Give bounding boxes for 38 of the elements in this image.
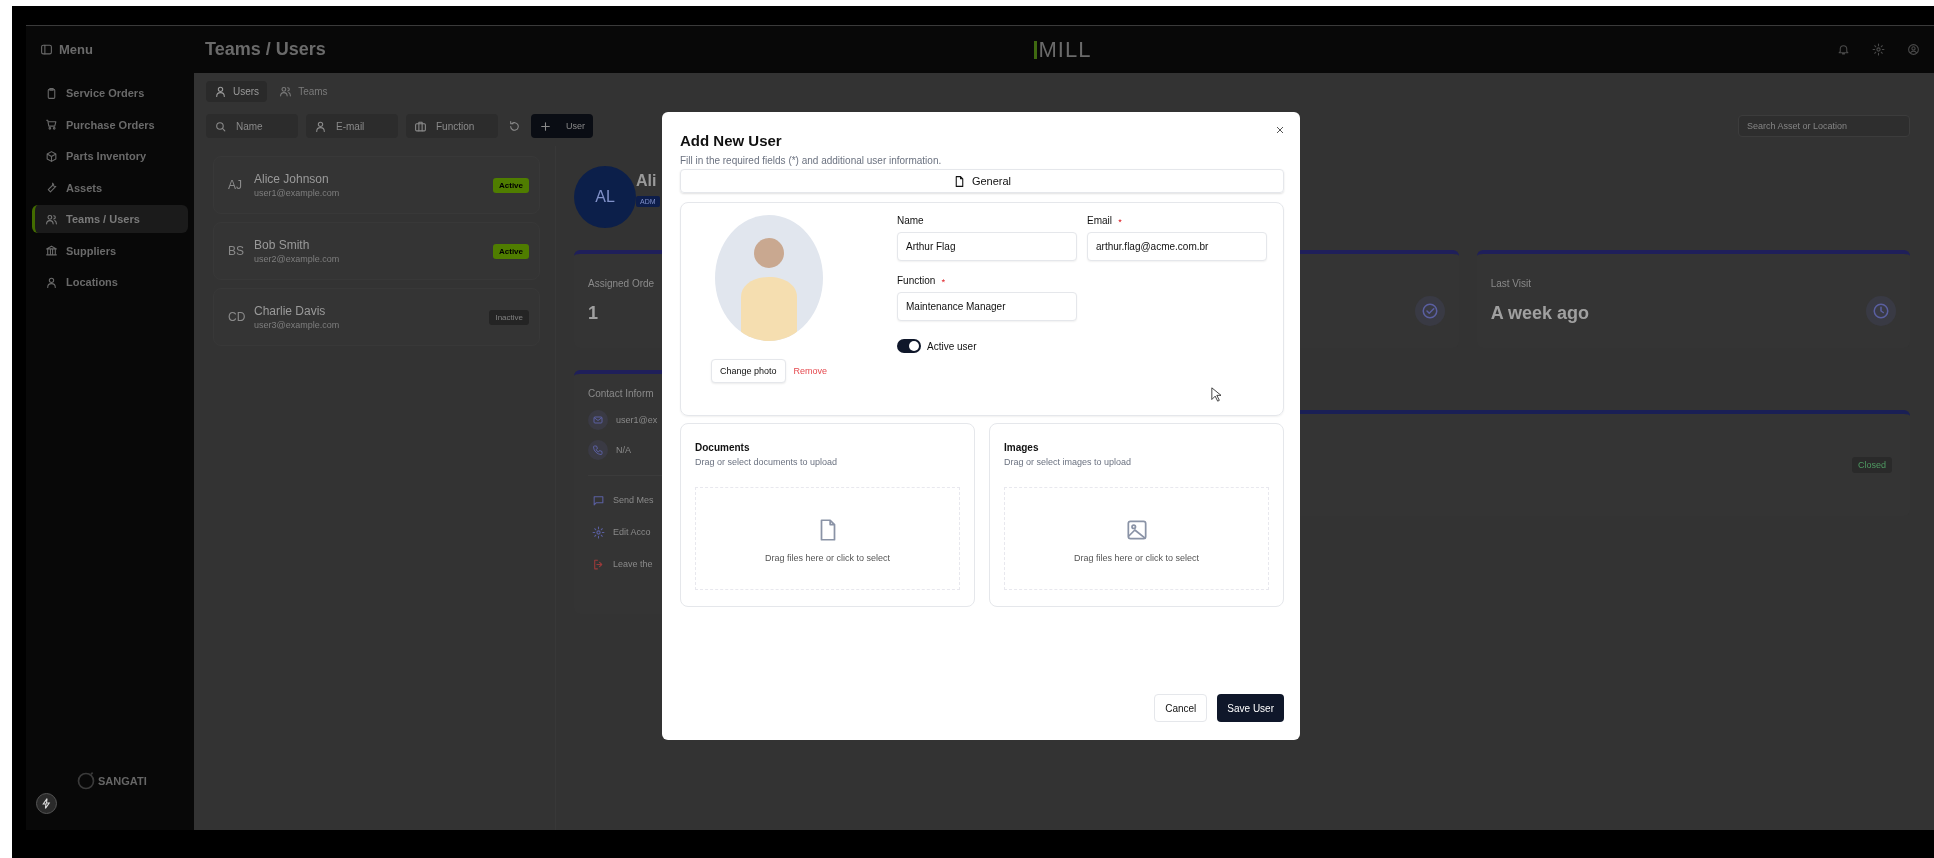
field-label: Email (1087, 215, 1112, 226)
page-title: Teams / Users (205, 39, 327, 60)
user-avatar: AL (574, 166, 636, 228)
status-badge: Active (493, 177, 529, 193)
status-badge: Inactive (489, 309, 529, 325)
stat-label: Last Visit (1490, 278, 1533, 289)
app-logo: MILL (1038, 36, 1092, 63)
user-name: Alice Johnson (254, 172, 330, 186)
field-label: Function (897, 275, 936, 286)
user-email: user1@example.com (254, 188, 341, 198)
stat-value: A week ago (1490, 303, 1590, 324)
dialog-subtitle: Fill in the required fields (*) and additional user information. (680, 155, 943, 166)
status-badge: Closed (1852, 457, 1892, 473)
toggle-label: Active user (927, 340, 977, 352)
stat-label: Assigned Orde (588, 278, 655, 289)
field-label: Name (897, 215, 924, 226)
upload-title: Documents (695, 442, 751, 453)
user-email: user3@example.com (254, 320, 341, 330)
user-initials: BS (228, 244, 245, 258)
section-title: Contact Inform (588, 388, 655, 399)
user-initials: AJ (228, 178, 243, 192)
company-logo-text: SANGATI (98, 775, 147, 787)
user-name: Bob Smith (254, 238, 311, 252)
upload-title: Images (1004, 442, 1040, 453)
user-initials: CD (228, 310, 247, 324)
user-email: user2@example.com (254, 254, 341, 264)
menu-title: Menu (59, 42, 93, 57)
drop-zone-text: Drag files here or click to select (1073, 552, 1199, 563)
user-name: Charlie Davis (254, 304, 327, 318)
drop-zone-text: Drag files here or click to select (764, 552, 890, 563)
dialog-title: Add New User (680, 132, 783, 149)
upload-hint: Drag or select documents to upload (695, 457, 839, 467)
contact-text: user1@ex (616, 415, 658, 425)
status-badge: Active (493, 243, 529, 259)
stat-value: 1 (588, 303, 599, 324)
contact-text: N/A (616, 445, 631, 455)
upload-hint: Drag or select images to upload (1004, 457, 1133, 467)
user-name: Ali (636, 171, 658, 190)
